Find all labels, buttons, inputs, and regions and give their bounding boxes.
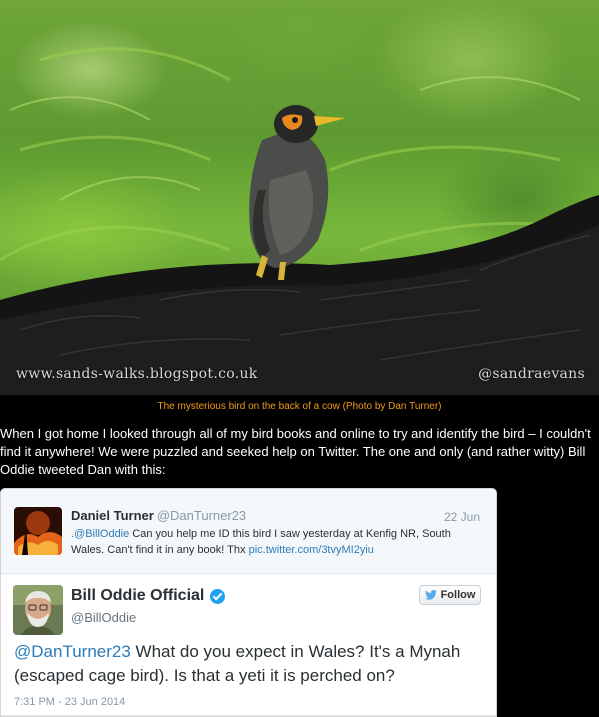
quoted-tweet[interactable]: Daniel Turner @DanTurner23 22 Jun .@BillO…: [1, 489, 496, 574]
tweet-author-name[interactable]: Bill Oddie Official: [71, 587, 204, 605]
photo-illustration: [0, 47, 599, 395]
quoted-author[interactable]: Daniel Turner @DanTurner23: [71, 508, 246, 523]
tweet-mention-link[interactable]: @DanTurner23: [14, 642, 131, 661]
bird-photo: www.sands-walks.blogspot.co.uk @sandraev…: [0, 0, 599, 395]
quoted-author-name[interactable]: Daniel Turner: [71, 508, 154, 523]
tweet-timestamp[interactable]: 7:31 PM - 23 Jun 2014: [14, 696, 125, 708]
quoted-tweet-date[interactable]: 22 Jun: [444, 510, 480, 524]
quoted-tweet-text: .@BillOddie Can you help me ID this bird…: [71, 526, 481, 558]
tweet-text: @DanTurner23 What do you expect in Wales…: [14, 640, 484, 688]
follow-label: Follow: [440, 589, 476, 601]
embedded-tweet: Daniel Turner @DanTurner23 22 Jun .@BillO…: [0, 488, 497, 717]
mynah-bird: [249, 105, 346, 280]
intro-paragraph: When I got home I looked through all of …: [0, 426, 591, 477]
watermark-right: @sandraevans: [478, 366, 585, 382]
tweet-author[interactable]: Bill Oddie Official: [71, 587, 226, 605]
verified-badge-icon: [210, 588, 226, 604]
divider: [1, 715, 496, 716]
quoted-author-handle[interactable]: @DanTurner23: [157, 508, 246, 523]
tweet-author-handle[interactable]: @BillOddie: [71, 610, 136, 625]
twitter-bird-icon: [424, 590, 437, 600]
photo-caption: The mysterious bird on the back of a cow…: [157, 401, 442, 412]
bill-oddie-avatar[interactable]: [13, 585, 63, 635]
watermark-left: www.sands-walks.blogspot.co.uk: [16, 366, 258, 382]
pic-link[interactable]: pic.twitter.com/3tvyMI2yiu: [249, 544, 374, 556]
mention-link[interactable]: .@BillOddie: [71, 528, 129, 540]
daniel-turner-avatar[interactable]: [14, 507, 62, 555]
follow-button[interactable]: Follow: [419, 585, 481, 605]
